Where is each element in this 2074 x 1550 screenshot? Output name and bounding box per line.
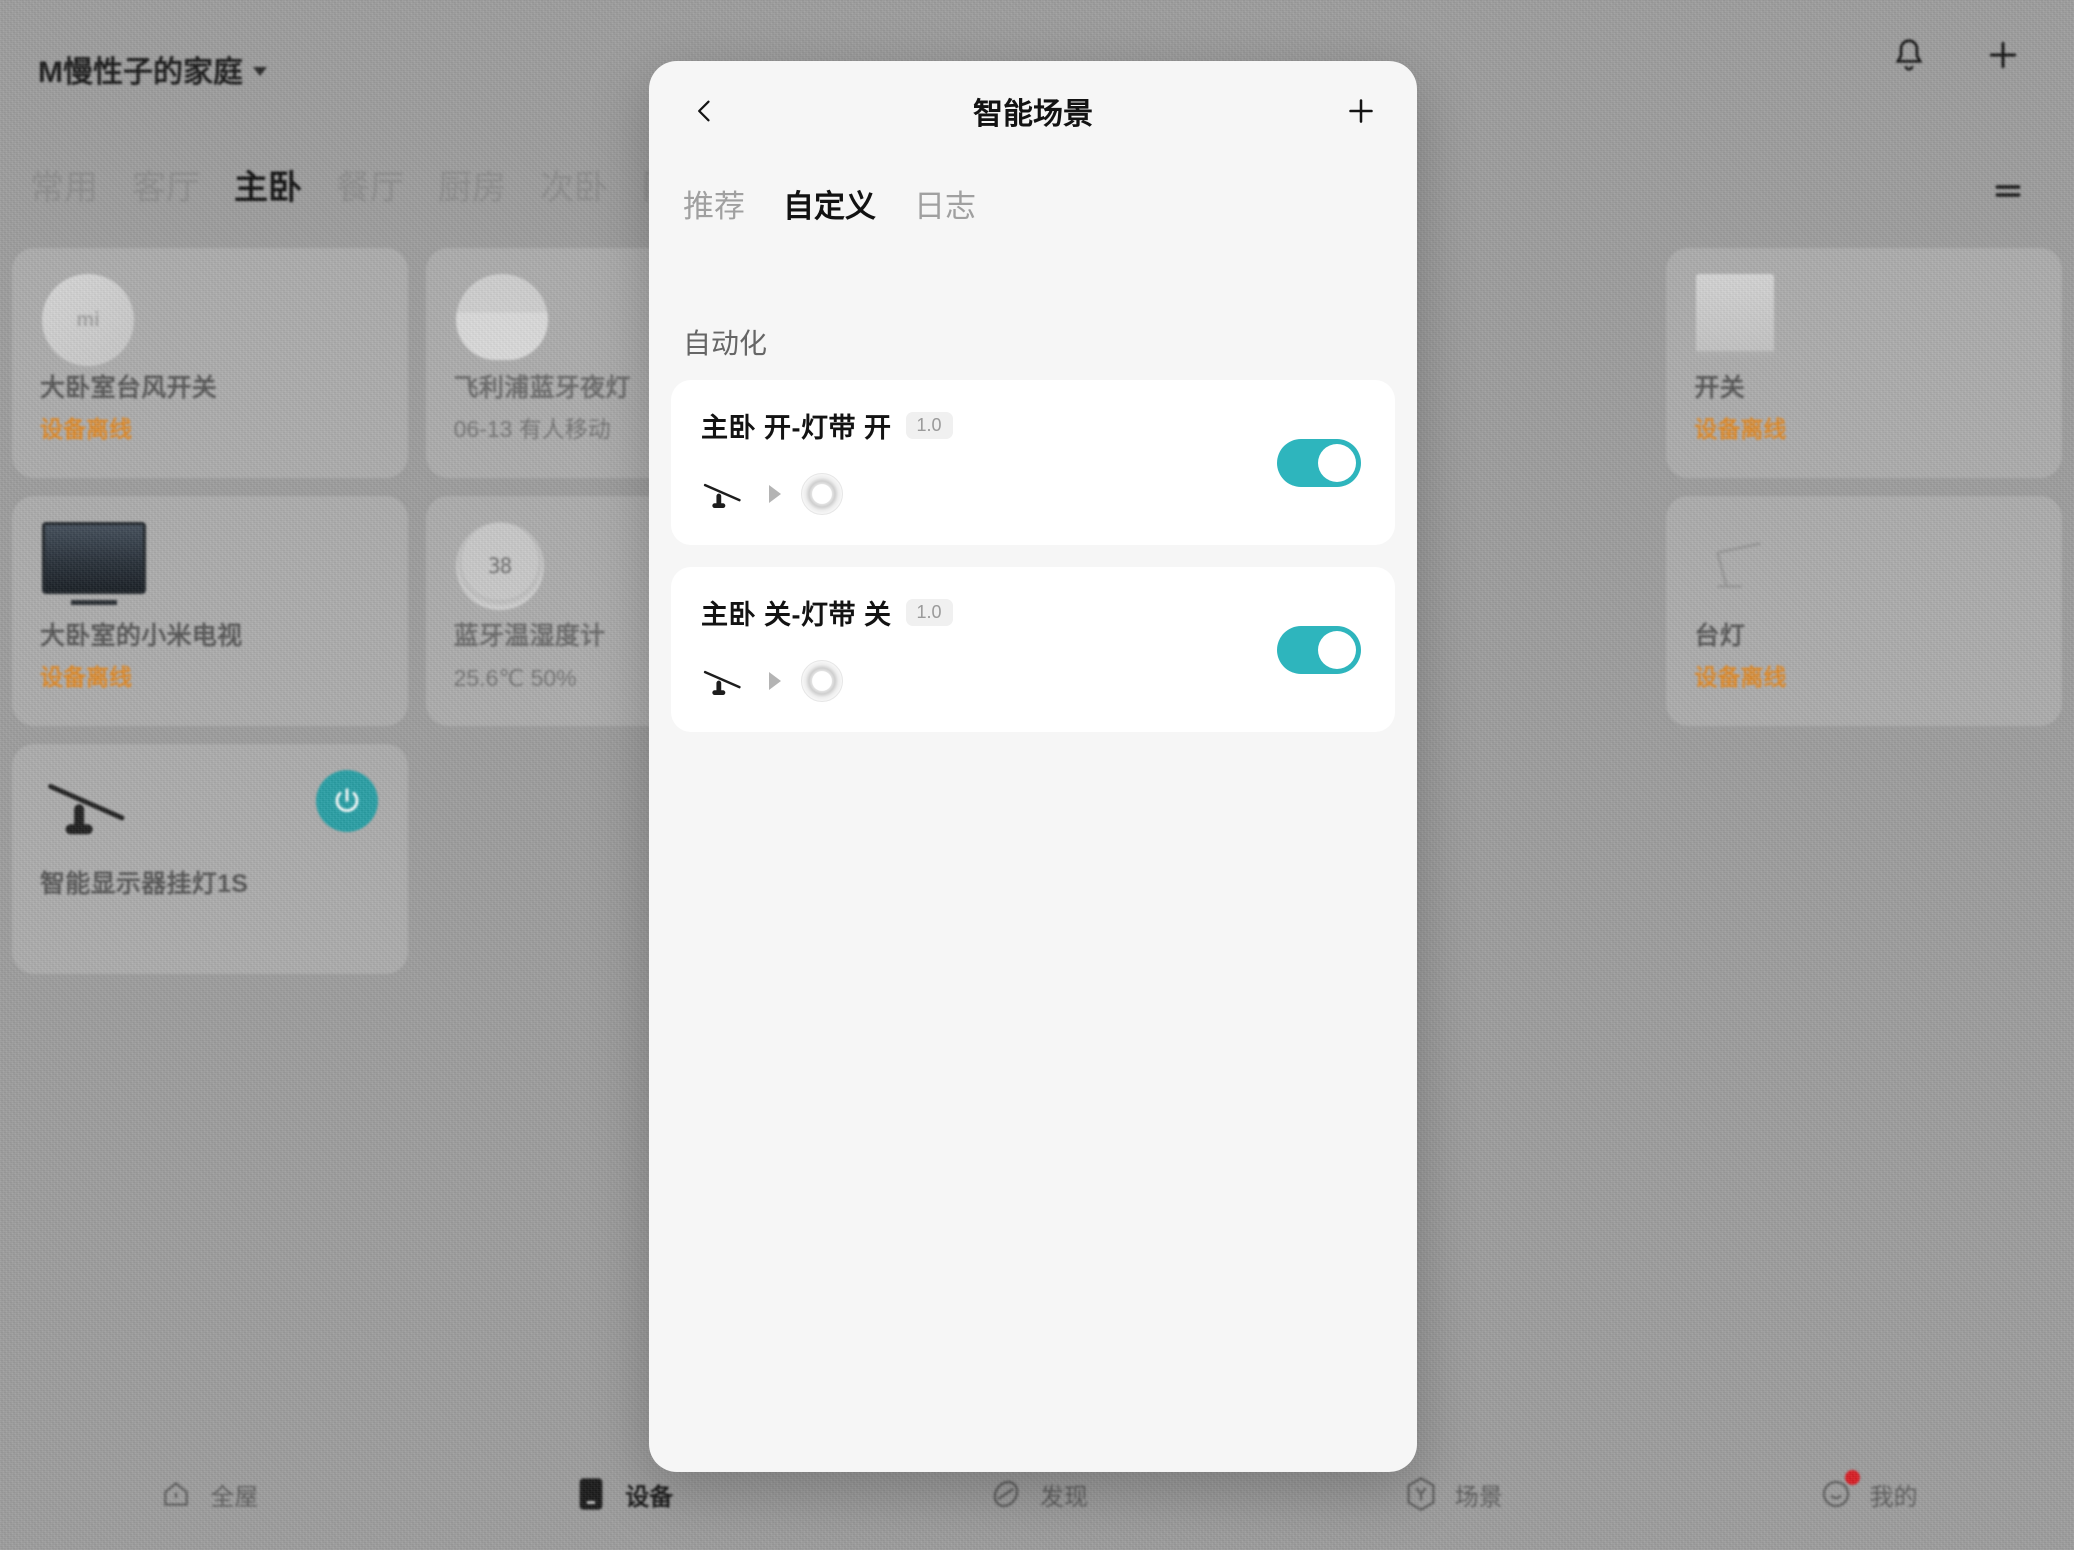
plus-icon[interactable] [1980, 32, 2026, 78]
arrow-right-icon [769, 672, 781, 690]
device-status: 设备离线 [1694, 416, 1787, 442]
home-selector[interactable]: M慢性子的家庭 [38, 47, 267, 91]
arrow-right-icon [769, 485, 781, 503]
scene-icon [1401, 1474, 1441, 1514]
monitor-light-icon [42, 770, 134, 862]
room-tab-3[interactable]: 餐厅 [336, 160, 404, 209]
automation-title-row: 主卧 关-灯带 关 1.0 [701, 593, 1365, 632]
automation-title: 主卧 关-灯带 关 [701, 600, 892, 630]
square-switch-icon [1696, 274, 1788, 366]
nav-item-profile[interactable]: 我的 [1659, 1470, 2074, 1514]
power-toggle-button[interactable] [315, 770, 378, 832]
nav-label: 设备 [625, 1483, 674, 1511]
plus-icon[interactable] [1339, 89, 1383, 133]
profile-icon [1816, 1470, 1860, 1514]
nav-label: 全屋 [210, 1483, 259, 1511]
toggle-knob [1318, 630, 1356, 669]
device-card[interactable]: 大卧室的小米电视 设备离线 [12, 496, 408, 726]
automation-toggle[interactable] [1277, 625, 1361, 674]
notification-badge-dot [1844, 1470, 1860, 1485]
app-root: M慢性子的家庭 常用 客厅 主卧 餐厅 厨房 次卧 mi 大卧室台风开关 设备离… [0, 0, 2074, 1550]
discover-icon [986, 1474, 1026, 1514]
tab-recommended[interactable]: 推荐 [683, 181, 745, 226]
device-card-placeholder [1666, 744, 2062, 974]
chevron-left-icon[interactable] [683, 89, 727, 133]
desklamp-icon [1696, 522, 1788, 614]
home-name-label: M慢性子的家庭 [38, 56, 243, 89]
thermo-display: 38 [487, 554, 512, 578]
brand-label: mi [76, 308, 100, 331]
room-tab-5[interactable]: 次卧 [540, 160, 608, 209]
nav-label: 场景 [1454, 1483, 1503, 1511]
device-status: 06-13 有人移动 [453, 416, 611, 442]
nightlight-icon [455, 274, 548, 366]
device-card[interactable]: 开关 设备离线 [1666, 248, 2062, 478]
top-bar-actions [1886, 32, 2026, 78]
automation-row[interactable]: 主卧 开-灯带 开 1.0 [671, 380, 1395, 545]
thermometer-icon: 38 [455, 522, 548, 614]
device-status: 设备离线 [1694, 664, 1787, 690]
nav-label: 我的 [1869, 1483, 1918, 1511]
device-card[interactable]: mi 大卧室台风开关 设备离线 [12, 248, 408, 478]
room-tab-2[interactable]: 主卧 [234, 160, 302, 209]
device-name: 台灯 [1694, 622, 1745, 650]
device-status: 设备离线 [40, 416, 132, 442]
room-tab-0[interactable]: 常用 [30, 160, 98, 209]
nav-item-discover[interactable]: 发现 [830, 1474, 1245, 1514]
light-ring-icon [801, 473, 843, 515]
monitor-light-icon [701, 661, 749, 701]
device-name: 飞利浦蓝牙夜灯 [453, 374, 631, 402]
version-badge: 1.0 [905, 412, 953, 439]
automation-flow [701, 473, 1365, 515]
device-status: 设备离线 [40, 664, 132, 690]
monitor-light-icon [701, 474, 749, 514]
automation-section-title: 自动化 [683, 328, 768, 359]
device-name: 智能显示器挂灯1S [40, 870, 249, 898]
modal-title: 智能场景 [973, 98, 1093, 131]
tab-logs[interactable]: 日志 [914, 181, 976, 226]
device-name: 大卧室台风开关 [40, 374, 218, 402]
device-name: 大卧室的小米电视 [40, 622, 243, 650]
device-name: 开关 [1694, 374, 1745, 402]
modal-header: 智能场景 [649, 61, 1417, 161]
automation-flow [701, 660, 1365, 702]
version-badge: 1.0 [905, 599, 953, 626]
tv-icon [42, 522, 146, 614]
toggle-knob [1318, 443, 1356, 482]
list-menu-icon[interactable] [1992, 178, 2024, 209]
automation-row[interactable]: 主卧 关-灯带 关 1.0 [671, 567, 1395, 732]
nav-item-scenes[interactable]: 场景 [1244, 1474, 1659, 1514]
device-name: 蓝牙温湿度计 [453, 622, 606, 650]
device-icon [571, 1474, 611, 1514]
round-switch-icon: mi [42, 274, 134, 366]
nav-label: 发现 [1039, 1483, 1088, 1511]
room-tab-4[interactable]: 厨房 [438, 160, 506, 209]
light-ring-icon [801, 660, 843, 702]
chevron-down-icon [253, 66, 267, 76]
automation-list: 主卧 开-灯带 开 1.0 主卧 关-灯带 关 1.0 [649, 380, 1417, 732]
tab-custom[interactable]: 自定义 [783, 181, 876, 226]
device-card[interactable]: 台灯 设备离线 [1666, 496, 2062, 726]
automation-title-row: 主卧 开-灯带 开 1.0 [701, 406, 1365, 445]
nav-item-devices[interactable]: 设备 [415, 1474, 830, 1514]
device-status: 25.6℃ 50% [453, 665, 577, 691]
nav-item-whole-home[interactable]: 全屋 [0, 1474, 415, 1514]
smart-scene-modal: 智能场景 推荐 自定义 日志 自动化 主卧 开-灯带 开 1.0 主卧 关-灯带… [649, 61, 1417, 1472]
bell-icon[interactable] [1886, 32, 1932, 78]
modal-tab-bar: 推荐 自定义 日志 [649, 161, 1417, 226]
automation-toggle[interactable] [1277, 438, 1361, 487]
device-card[interactable]: 智能显示器挂灯1S [12, 744, 408, 974]
room-tab-1[interactable]: 客厅 [132, 160, 200, 209]
home-icon [156, 1474, 196, 1514]
automation-title: 主卧 开-灯带 开 [701, 413, 892, 443]
